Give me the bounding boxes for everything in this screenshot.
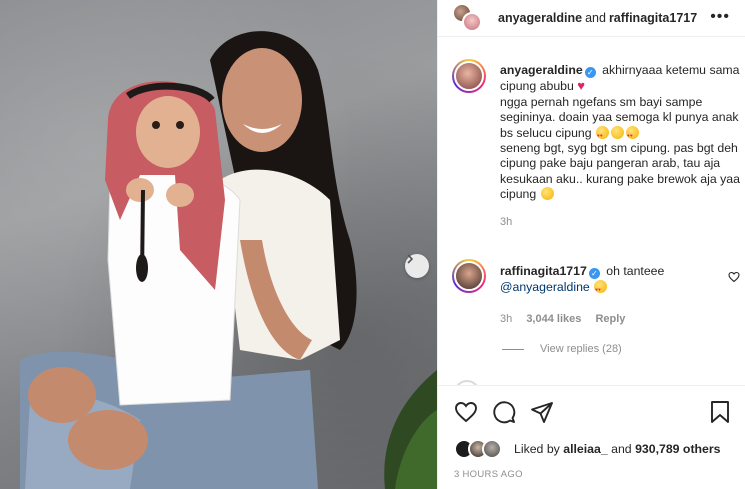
caption-username[interactable]: anyageraldine: [500, 63, 583, 77]
liked-by-prefix: Liked by: [514, 442, 560, 456]
comment-text: oh tanteee: [606, 264, 665, 278]
next-photo-button[interactable]: [405, 254, 429, 278]
avatar: [482, 439, 502, 459]
heart-icon[interactable]: [454, 400, 478, 424]
comment-icon[interactable]: [492, 400, 516, 424]
red-heart-emoji-icon: ♥: [577, 78, 585, 94]
post-header: anyageraldine and raffinagita1717 •••: [438, 0, 745, 37]
caption-line-3: seneng bgt, syg bgt sm cipung. pas bgt d…: [500, 141, 740, 202]
avatar[interactable]: [452, 259, 486, 293]
liked-by-user[interactable]: alleiaa_: [563, 442, 607, 456]
grinning-emoji-icon: [540, 187, 554, 201]
heart-eyes-emoji-icon: [596, 125, 610, 143]
comment-likes[interactable]: 3,044 likes: [526, 313, 581, 325]
view-replies-button[interactable]: View replies (28): [502, 343, 622, 355]
verified-badge-icon: ✓: [584, 67, 596, 78]
comment-meta: 3h 3,044 likes Reply: [500, 313, 636, 325]
heart-eyes-emoji-icon: [594, 280, 608, 298]
avatar[interactable]: [452, 59, 486, 93]
likes-summary[interactable]: Liked by alleiaa_ and 930,789 others: [454, 439, 721, 459]
author-link[interactable]: anyageraldine: [498, 11, 582, 25]
reply-button[interactable]: Reply: [595, 313, 625, 325]
photo-illustration: [20, 31, 437, 489]
view-replies-label: View replies (28): [540, 343, 622, 355]
post-timestamp[interactable]: 3 HOURS AGO: [454, 469, 523, 480]
verified-badge-icon: ✓: [588, 268, 600, 279]
share-icon[interactable]: [530, 400, 554, 424]
heart-outline-icon: [728, 271, 740, 283]
bookmark-icon[interactable]: [710, 400, 730, 424]
more-horizontal-icon[interactable]: •••: [710, 9, 730, 25]
authors-joiner: and: [585, 11, 606, 25]
comments-section[interactable]: anyageraldine ✓ akhirnyaaa ketemu sama ci…: [438, 37, 745, 385]
avatar[interactable]: [462, 12, 482, 32]
comment-mention[interactable]: @anyageraldine: [500, 280, 590, 294]
post-details-panel: anyageraldine and raffinagita1717 ••• anya…: [437, 0, 745, 489]
post-photo[interactable]: [0, 0, 437, 489]
comment-time: 3h: [500, 313, 513, 325]
smiling-hearts-emoji-icon: [626, 125, 640, 143]
comment-username[interactable]: raffinagita1717: [500, 264, 587, 278]
caption-time: 3h: [500, 215, 513, 228]
collab-avatars[interactable]: [452, 1, 488, 35]
liked-by-count[interactable]: 930,789 others: [635, 442, 720, 456]
chevron-right-icon: [407, 254, 414, 264]
post-authors: anyageraldine and raffinagita1717: [498, 11, 697, 25]
pleading-emoji-icon: [611, 125, 625, 139]
liker-avatars: [454, 439, 506, 459]
post-actions: Liked by alleiaa_ and 930,789 others 3 H…: [438, 385, 745, 489]
comment-like-button[interactable]: [728, 271, 740, 286]
liked-by-and: and: [611, 442, 632, 456]
author-link[interactable]: raffinagita1717: [609, 11, 697, 25]
replies-divider: [502, 348, 524, 350]
